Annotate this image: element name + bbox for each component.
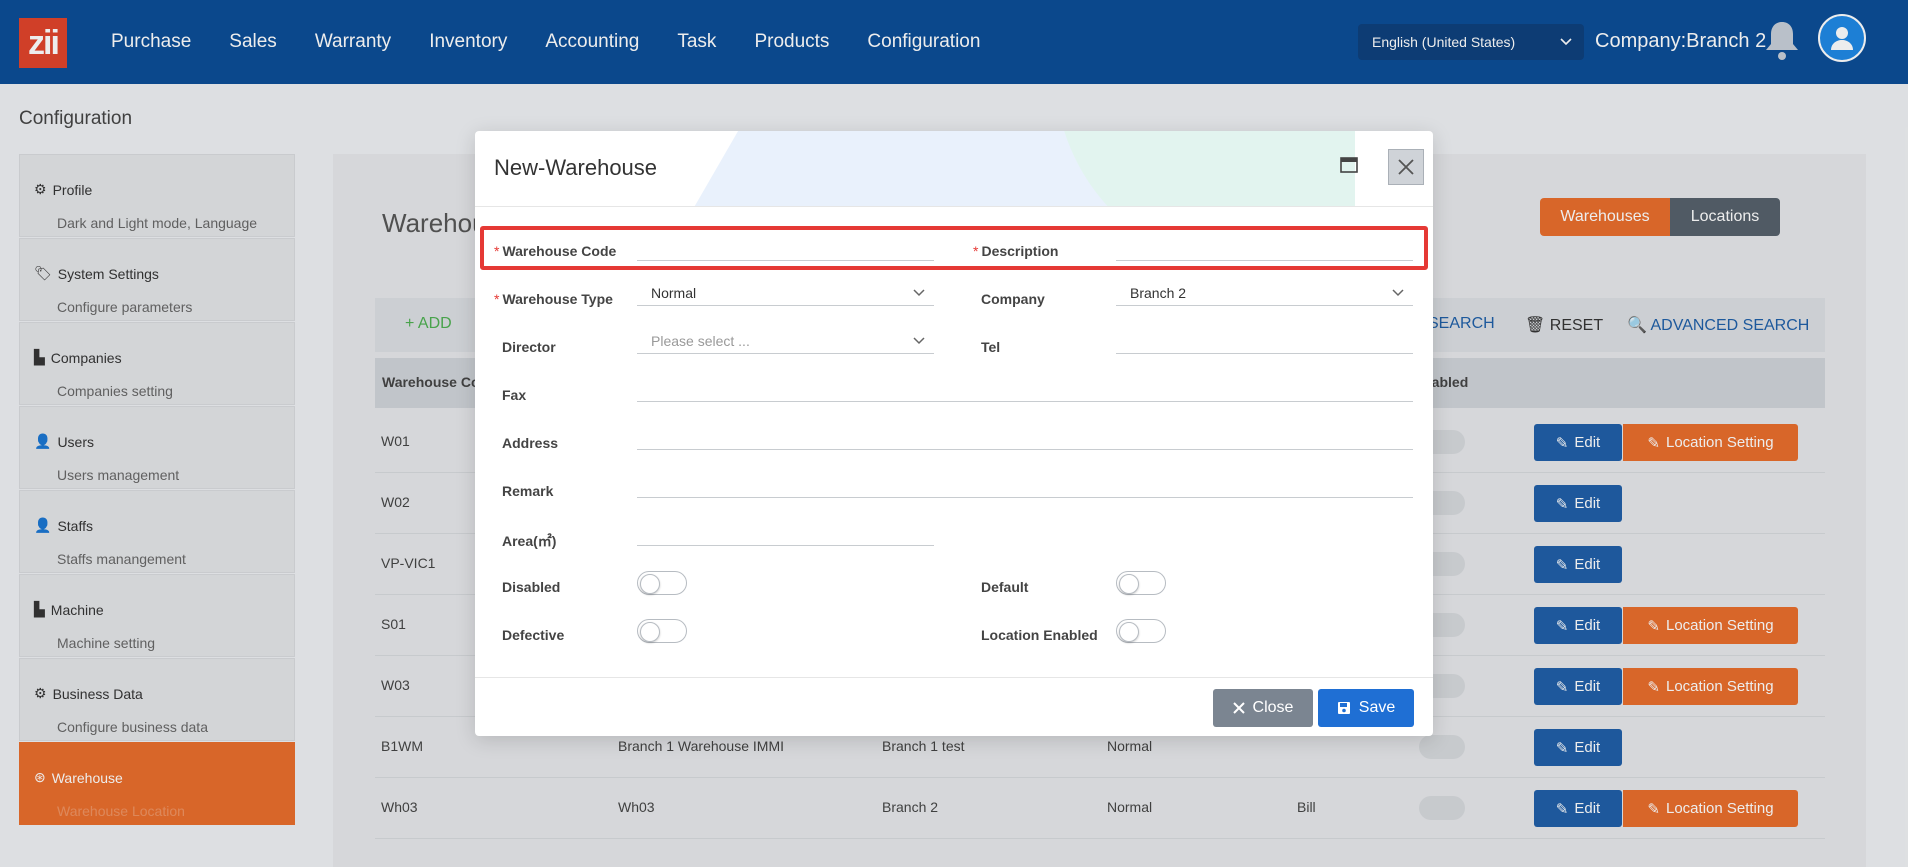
description-label-text: Description — [981, 243, 1059, 259]
remark-input[interactable] — [637, 472, 1413, 498]
area-label: Area(㎡) — [502, 533, 557, 549]
warehouse-type-label-text: Warehouse Type — [502, 291, 613, 307]
defective-label: Defective — [502, 627, 565, 643]
disabled-label: Disabled — [502, 579, 561, 595]
close-icon — [1398, 159, 1414, 175]
chevron-down-icon — [913, 337, 925, 345]
director-label: Director — [502, 339, 556, 355]
company-select[interactable]: Branch 2 — [1116, 280, 1413, 306]
warehouse-code-label: * Warehouse Code — [494, 243, 616, 259]
director-select[interactable]: Please select ... — [637, 328, 934, 354]
warehouse-type-label: * Warehouse Type — [494, 291, 613, 307]
required-marker: * — [973, 243, 979, 259]
save-button[interactable]: Save — [1318, 689, 1414, 727]
warehouse-type-select[interactable]: Normal — [637, 280, 934, 306]
description-label: * Description — [973, 243, 1058, 259]
tel-input[interactable] — [1116, 328, 1413, 354]
disabled-switch[interactable] — [637, 571, 687, 595]
default-label: Default — [981, 579, 1029, 595]
company-label: Company — [981, 291, 1045, 307]
header-decoration — [1055, 131, 1355, 206]
area-input[interactable] — [637, 520, 934, 546]
address-input[interactable] — [637, 424, 1413, 450]
dialog-title: New-Warehouse — [494, 155, 658, 180]
close-label: Close — [1252, 699, 1294, 716]
fax-label: Fax — [502, 387, 527, 403]
chevron-down-icon — [1392, 289, 1404, 297]
location-enabled-label: Location Enabled — [981, 627, 1098, 643]
defective-switch[interactable] — [637, 619, 687, 643]
close-button[interactable]: Close — [1213, 689, 1313, 727]
address-label: Address — [502, 435, 559, 451]
remark-label: Remark — [502, 483, 554, 499]
new-warehouse-dialog: New-Warehouse * Warehouse Code * Descripti… — [475, 131, 1433, 736]
maximize-icon[interactable] — [1340, 157, 1358, 173]
tel-label: Tel — [981, 339, 1001, 355]
save-label: Save — [1358, 699, 1396, 716]
default-switch[interactable] — [1116, 571, 1166, 595]
chevron-down-icon — [913, 289, 925, 297]
close-dialog-button[interactable] — [1388, 149, 1424, 185]
company-value: Branch 2 — [1130, 284, 1187, 301]
required-marker: * — [494, 243, 500, 259]
warehouse-code-input[interactable] — [637, 235, 934, 261]
dialog-footer-divider — [475, 677, 1433, 678]
director-placeholder: Please select ... — [651, 332, 750, 349]
warehouse-type-value: Normal — [651, 284, 697, 301]
required-marker: * — [494, 291, 500, 307]
floppy-disk-icon — [1337, 702, 1350, 714]
description-input[interactable] — [1116, 235, 1413, 261]
fax-input[interactable] — [637, 376, 1413, 402]
warehouse-code-label-text: Warehouse Code — [502, 243, 617, 259]
close-icon — [1232, 702, 1245, 714]
location-enabled-switch[interactable] — [1116, 619, 1166, 643]
dialog-header: New-Warehouse — [475, 131, 1433, 207]
